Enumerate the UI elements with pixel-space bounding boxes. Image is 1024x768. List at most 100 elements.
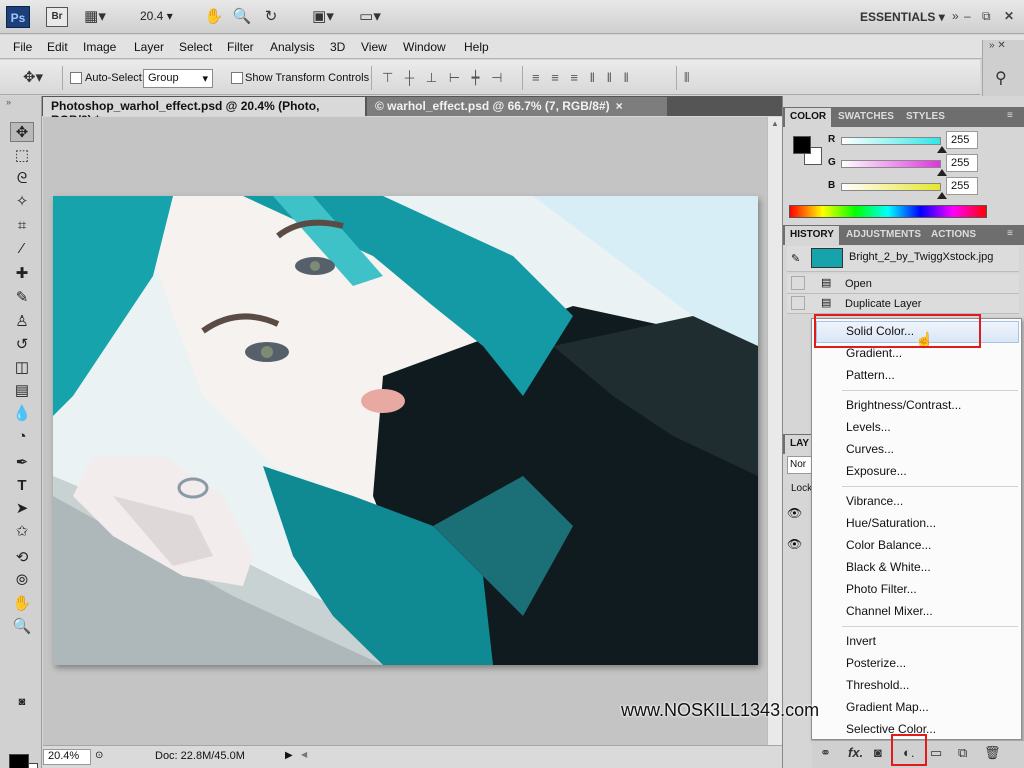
auto-align-icon[interactable]: ⫴: [684, 70, 693, 86]
zoom-level-select[interactable]: 20.4 ▾: [140, 9, 173, 23]
menu-layer[interactable]: Layer: [134, 40, 164, 54]
bridge-button[interactable]: Br: [46, 7, 68, 27]
auto-select-checkbox[interactable]: [70, 72, 82, 84]
menu-item-hue-saturation[interactable]: Hue/Saturation...: [846, 516, 936, 530]
scroll-left-icon[interactable]: ◀: [301, 750, 307, 759]
document-canvas[interactable]: [43, 117, 767, 745]
menu-image[interactable]: Image: [83, 40, 116, 54]
link-layers-icon[interactable]: ⚭: [820, 745, 831, 761]
tab-photoshop-warhol-effect[interactable]: Photoshop_warhol_effect.psd @ 20.4% (Pho…: [43, 97, 365, 127]
menu-item-gradient-map[interactable]: Gradient Map...: [846, 700, 929, 714]
zoom-percent-field[interactable]: 20.4%: [43, 749, 91, 765]
channel-b-value[interactable]: 255: [946, 177, 978, 195]
menu-item-posterize[interactable]: Posterize...: [846, 656, 906, 670]
photoshop-logo[interactable]: Ps: [6, 6, 30, 28]
channel-g-slider[interactable]: [841, 160, 947, 176]
panel-menu-icon[interactable]: ≡: [1007, 110, 1013, 121]
quick-mask-icon[interactable]: ◙: [10, 692, 34, 712]
menu-item-invert[interactable]: Invert: [846, 634, 876, 648]
move-tool-icon[interactable]: ✥: [10, 122, 34, 142]
menu-item-exposure[interactable]: Exposure...: [846, 464, 907, 478]
hand-tool-icon[interactable]: ✋: [10, 594, 34, 614]
menu-item-black-white[interactable]: Black & White...: [846, 560, 931, 574]
crop-tool-icon[interactable]: ⌗: [10, 216, 34, 236]
layer-visibility-eye-icon[interactable]: 👁: [787, 506, 802, 520]
clone-stamp-tool-icon[interactable]: ♙: [10, 312, 34, 332]
status-icon[interactable]: ⊙: [95, 750, 103, 761]
menu-help[interactable]: Help: [464, 40, 489, 54]
menu-item-color-balance[interactable]: Color Balance...: [846, 538, 931, 552]
add-mask-icon[interactable]: ◙: [874, 745, 882, 760]
menu-item-photo-filter[interactable]: Photo Filter...: [846, 582, 917, 596]
history-state[interactable]: ▤ Duplicate Layer: [787, 294, 1019, 314]
zoom-tool-icon[interactable]: 🔍: [10, 617, 34, 637]
menu-item-vibrance[interactable]: Vibrance...: [846, 494, 903, 508]
3d-orbit-tool-icon[interactable]: ⦾: [10, 571, 34, 591]
type-tool-icon[interactable]: T: [10, 476, 34, 496]
view-extras-icon[interactable]: ▦▾: [82, 7, 108, 27]
menu-item-channel-mixer[interactable]: Channel Mixer...: [846, 604, 933, 618]
menu-analysis[interactable]: Analysis: [270, 40, 315, 54]
menu-file[interactable]: File: [13, 40, 32, 54]
trash-icon[interactable]: 🗑: [984, 745, 1001, 761]
tab-warhol-effect[interactable]: © warhol_effect.psd @ 66.7% (7, RGB/8#) ×: [367, 97, 667, 116]
minimize-icon[interactable]: –: [964, 9, 971, 23]
artwork-image[interactable]: [53, 196, 758, 665]
tab-history[interactable]: HISTORY: [785, 226, 839, 245]
align-buttons[interactable]: ⊤ ┼ ⊥ ⊢ ┿ ⊣: [382, 70, 506, 86]
dodge-tool-icon[interactable]: ◔: [10, 427, 34, 447]
tab-layers[interactable]: LAY: [785, 435, 813, 454]
history-brush-source-box[interactable]: [791, 276, 805, 290]
move-tool-preset-icon[interactable]: ✥▾: [18, 68, 48, 88]
foreground-color-swatch[interactable]: [793, 136, 811, 154]
vertical-scrollbar[interactable]: ▲: [767, 117, 782, 745]
marquee-tool-icon[interactable]: ⬚: [10, 146, 34, 166]
status-menu-icon[interactable]: ▶: [285, 750, 293, 761]
path-selection-tool-icon[interactable]: ➤: [10, 499, 34, 519]
menu-item-pattern[interactable]: Pattern...: [846, 368, 895, 382]
close-icon[interactable]: ✕: [1004, 9, 1014, 23]
pen-tool-icon[interactable]: ✒: [10, 453, 34, 473]
history-state[interactable]: ▤ Open: [787, 274, 1019, 294]
layer-style-fx-icon[interactable]: fx.: [848, 745, 863, 760]
channel-r-slider[interactable]: [841, 137, 947, 153]
menu-window[interactable]: Window: [403, 40, 446, 54]
shape-tool-icon[interactable]: ✩: [10, 522, 34, 542]
gradient-tool-icon[interactable]: ▤: [10, 381, 34, 401]
screen-mode-icon[interactable]: ▭▾: [352, 7, 388, 27]
menu-item-curves[interactable]: Curves...: [846, 442, 894, 456]
eraser-tool-icon[interactable]: ◫: [10, 358, 34, 378]
rotate-view-icon[interactable]: ↻: [259, 7, 283, 27]
foreground-color-swatch[interactable]: [9, 754, 29, 768]
collapse-icon[interactable]: »: [6, 97, 11, 107]
brush-source-icon[interactable]: ✎: [791, 252, 800, 265]
distribute-buttons[interactable]: ≡ ≡ ≡ ‖ ‖ ‖: [532, 70, 633, 85]
color-spectrum-ramp[interactable]: [789, 205, 987, 218]
close-icon[interactable]: ×: [616, 99, 623, 113]
new-layer-icon[interactable]: ⧉: [958, 745, 967, 761]
workspace-switcher[interactable]: ESSENTIALS ▾: [860, 10, 945, 24]
history-brush-source-box[interactable]: [791, 296, 805, 310]
3d-rotate-tool-icon[interactable]: ⟲: [10, 548, 34, 568]
blend-mode-select[interactable]: Nor: [787, 456, 813, 474]
menu-select[interactable]: Select: [179, 40, 212, 54]
history-brush-tool-icon[interactable]: ↺: [10, 335, 34, 355]
menu-item-levels[interactable]: Levels...: [846, 420, 891, 434]
menu-item-brightness-contrast[interactable]: Brightness/Contrast...: [846, 398, 961, 412]
tab-adjustments[interactable]: ADJUSTMENTS: [841, 226, 926, 245]
blur-tool-icon[interactable]: 💧: [10, 404, 34, 424]
tab-styles[interactable]: STYLES: [901, 108, 950, 127]
healing-brush-tool-icon[interactable]: ✚: [10, 264, 34, 284]
tab-swatches[interactable]: SWATCHES: [833, 108, 899, 127]
menu-3d[interactable]: 3D: [330, 40, 345, 54]
eyedropper-tool-icon[interactable]: ⁄: [10, 239, 34, 259]
menu-view[interactable]: View: [361, 40, 387, 54]
arrange-documents-icon[interactable]: ▣▾: [305, 7, 341, 27]
menu-edit[interactable]: Edit: [47, 40, 68, 54]
menu-filter[interactable]: Filter: [227, 40, 254, 54]
tab-color[interactable]: COLOR: [785, 108, 832, 127]
channel-b-slider[interactable]: [841, 183, 947, 199]
auto-select-dropdown[interactable]: Group ▾: [143, 69, 213, 88]
layer-visibility-eye-icon[interactable]: 👁: [787, 537, 802, 551]
magic-wand-tool-icon[interactable]: ✧: [10, 192, 34, 212]
